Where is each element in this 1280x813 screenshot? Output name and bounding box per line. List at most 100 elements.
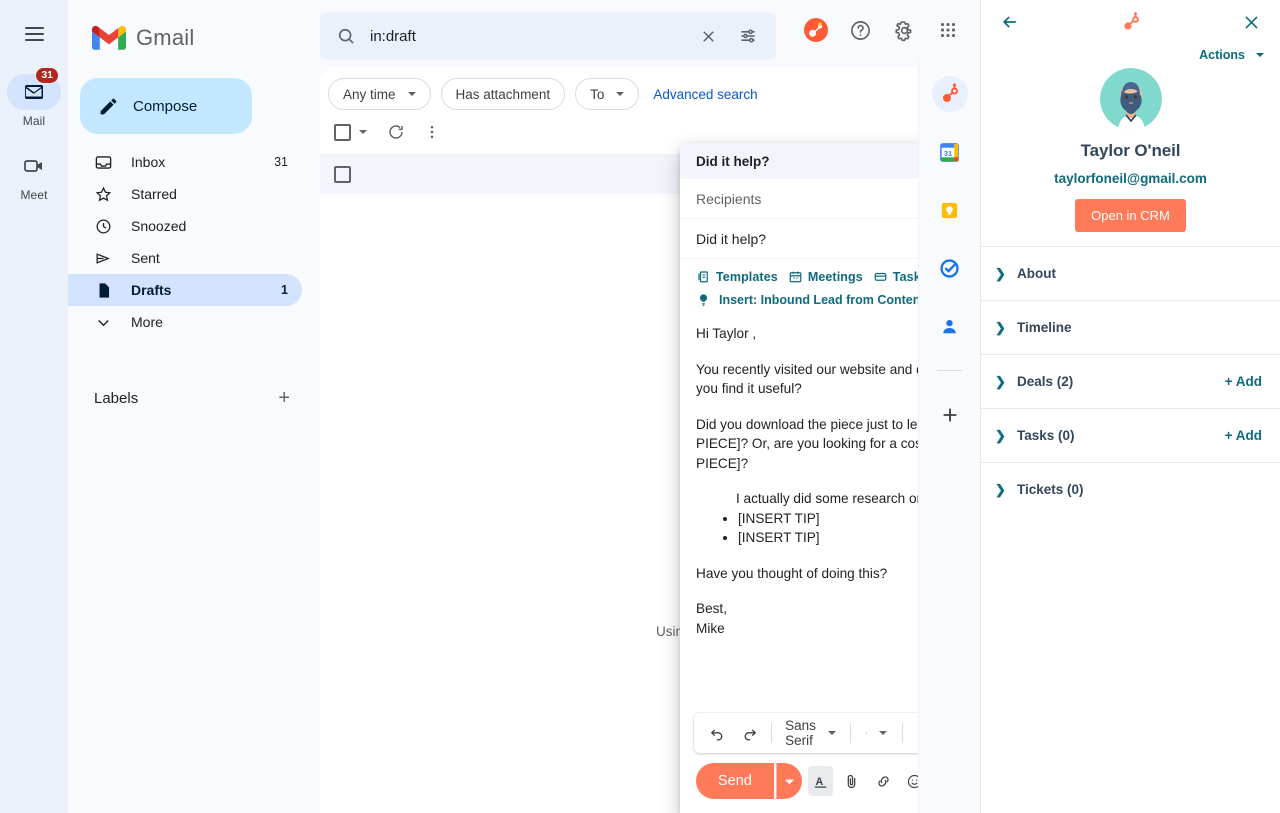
section-tasks[interactable]: ❯ Tasks (0) + Add: [981, 408, 1280, 462]
redo-icon[interactable]: [734, 718, 764, 748]
font-family-select[interactable]: Sans Serif: [779, 718, 843, 748]
filter-chip-label: To: [590, 87, 604, 102]
settings-gear-icon[interactable]: [884, 10, 924, 50]
more-vertical-icon[interactable]: [415, 115, 449, 149]
google-calendar-icon[interactable]: 31: [932, 134, 968, 170]
attach-file-icon[interactable]: [839, 766, 865, 796]
chevron-down-icon: [408, 92, 416, 96]
send-button[interactable]: Send: [696, 763, 774, 799]
filter-chip-to[interactable]: To: [575, 78, 639, 110]
video-camera-icon[interactable]: [7, 148, 61, 184]
back-arrow-icon[interactable]: [995, 7, 1025, 37]
chevron-down-icon: [828, 731, 836, 735]
section-add-link[interactable]: + Add: [1225, 428, 1262, 443]
section-label: Timeline: [1017, 320, 1262, 335]
chevron-right-icon: ❯: [995, 374, 1017, 390]
sidebar-item-inbox[interactable]: Inbox 31: [68, 146, 302, 178]
filter-chip-has-attachment[interactable]: Has attachment: [441, 78, 566, 110]
section-label: About: [1017, 266, 1262, 281]
font-size-select[interactable]: T T: [857, 718, 895, 748]
section-label: Tasks (0): [1017, 428, 1225, 443]
templates-label: Templates: [716, 270, 778, 284]
clock-icon: [94, 217, 113, 236]
close-icon[interactable]: [1236, 7, 1266, 37]
search-icon[interactable]: [326, 16, 366, 56]
app-rail: 31 Mail Meet: [0, 0, 68, 813]
close-icon[interactable]: [688, 16, 728, 56]
google-tasks-icon[interactable]: [932, 250, 968, 286]
google-contacts-icon[interactable]: [932, 308, 968, 344]
topbar-icons: [796, 10, 968, 50]
section-deals[interactable]: ❯ Deals (2) + Add: [981, 354, 1280, 408]
compose-button[interactable]: Compose: [80, 78, 252, 134]
advanced-search-link[interactable]: Advanced search: [653, 87, 757, 102]
mail-icon[interactable]: 31: [7, 74, 61, 110]
calendar-icon: [788, 269, 803, 284]
sidebar-item-drafts[interactable]: Drafts 1: [68, 274, 302, 306]
templates-button[interactable]: Templates: [696, 269, 778, 284]
formatting-options-icon[interactable]: A: [808, 766, 834, 796]
filter-chip-label: Has attachment: [456, 87, 551, 102]
section-about[interactable]: ❯ About: [981, 246, 1280, 300]
plus-icon[interactable]: [932, 397, 968, 433]
meetings-button[interactable]: Meetings: [788, 269, 863, 284]
chevron-right-icon: ❯: [995, 266, 1017, 282]
open-in-crm-button[interactable]: Open in CRM: [1075, 199, 1186, 232]
google-keep-icon[interactable]: [932, 192, 968, 228]
send-options-button[interactable]: [776, 763, 802, 799]
sidebar-item-label: Snoozed: [131, 218, 270, 234]
svg-text:T: T: [866, 733, 867, 735]
templates-icon: [696, 269, 711, 284]
font-family-value: Sans Serif: [785, 718, 816, 748]
tasks-icon: [873, 269, 888, 284]
contact-email[interactable]: taylorfoneil@gmail.com: [1054, 171, 1207, 186]
gmail-brand[interactable]: Gmail: [68, 8, 320, 56]
star-icon: [94, 185, 113, 204]
help-icon[interactable]: [840, 10, 880, 50]
hamburger-icon[interactable]: [14, 14, 54, 54]
gmail-brand-text: Gmail: [136, 25, 194, 51]
avatar: [1100, 68, 1162, 130]
rail-app-mail[interactable]: 31 Mail: [7, 74, 61, 128]
section-add-link[interactable]: + Add: [1225, 374, 1262, 389]
actions-dropdown[interactable]: Actions: [1199, 48, 1264, 62]
hubspot-icon[interactable]: [796, 10, 836, 50]
sidebar-item-snoozed[interactable]: Snoozed: [68, 210, 302, 242]
insert-link-icon[interactable]: [871, 766, 897, 796]
sidebar-item-more[interactable]: More: [68, 306, 302, 338]
insert-sequence-label: Insert: Inbound Lead from Content: [719, 293, 925, 307]
chevron-down-icon: [1256, 53, 1264, 57]
contact-card: Taylor O'neil taylorfoneil@gmail.com Ope…: [981, 62, 1280, 246]
addon-divider: [937, 370, 963, 371]
select-dropdown-icon[interactable]: [359, 130, 367, 134]
section-label: Tickets (0): [1017, 482, 1262, 497]
section-timeline[interactable]: ❯ Timeline: [981, 300, 1280, 354]
filter-chip-any-time[interactable]: Any time: [328, 78, 431, 110]
sidebar-item-sent[interactable]: Sent: [68, 242, 302, 274]
refresh-icon[interactable]: [379, 115, 413, 149]
search-input[interactable]: [366, 28, 688, 45]
select-all-checkbox[interactable]: [334, 124, 351, 141]
search-bar[interactable]: [320, 12, 776, 60]
chevron-right-icon: ❯: [995, 428, 1017, 444]
toolbar-divider: [902, 723, 903, 743]
undo-icon[interactable]: [702, 718, 732, 748]
actions-row: Actions: [981, 44, 1280, 62]
section-tickets[interactable]: ❯ Tickets (0): [981, 462, 1280, 516]
rail-app-meet[interactable]: Meet: [7, 148, 61, 202]
hubspot-addon-icon[interactable]: [932, 76, 968, 112]
sidebar-item-label: Inbox: [131, 154, 256, 170]
apps-grid-icon[interactable]: [928, 10, 968, 50]
labels-header: Labels +: [68, 364, 320, 408]
row-checkbox[interactable]: [334, 166, 351, 183]
addon-rail: 31: [918, 60, 980, 813]
svg-text:31: 31: [944, 148, 953, 157]
section-label: Deals (2): [1017, 374, 1225, 389]
recipients-placeholder: Recipients: [696, 191, 761, 207]
search-options-icon[interactable]: [728, 16, 768, 56]
chevron-down-icon: [879, 731, 887, 735]
create-label-plus-icon[interactable]: +: [278, 388, 290, 408]
sidebar-item-starred[interactable]: Starred: [68, 178, 302, 210]
chevron-right-icon: ❯: [995, 482, 1017, 498]
sidebar-item-label: More: [131, 314, 270, 330]
